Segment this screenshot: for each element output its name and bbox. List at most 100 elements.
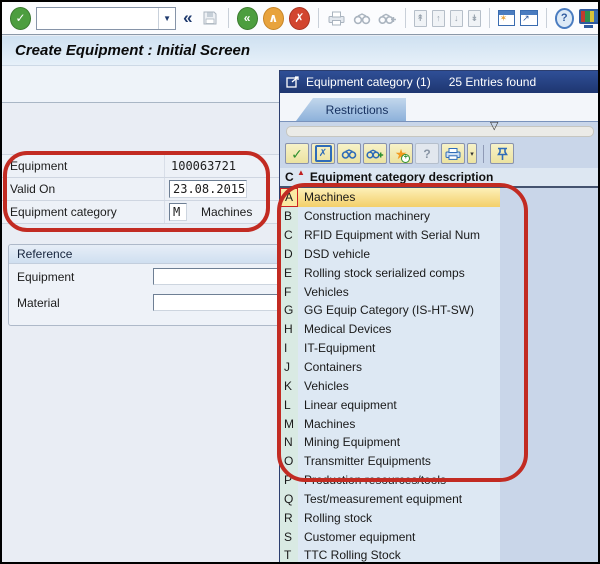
reference-equipment-field[interactable] [153,268,285,285]
collapse-triangle-icon[interactable]: ▽ [490,121,498,132]
accept-button[interactable]: ✓ [285,143,309,164]
find-next-icon[interactable] [377,7,397,29]
list-item[interactable]: R Rolling stock [280,508,599,527]
category-code: H [280,320,298,339]
find-icon[interactable] [352,7,372,29]
category-description: Transmitter Equipments [298,452,500,471]
shortcut-arrow: ↗ [522,13,530,24]
list-item[interactable]: K Vehicles [280,376,599,395]
column-description-label: Equipment category description [307,170,493,184]
help-hand-button[interactable]: ? [415,143,439,164]
previous-page-glyph: ↑ [436,13,441,23]
new-session-icon[interactable]: ✶ [498,10,516,26]
list-item[interactable]: F Vehicles [280,282,599,301]
find-next-binoculars-icon [366,148,384,159]
category-code: J [280,358,298,377]
back-button[interactable]: « [237,7,258,30]
entries-found-label: 25 Entries found [449,75,536,89]
screen-title-bar: Create Equipment : Initial Screen [2,36,598,66]
new-session-star: ✶ [500,13,508,24]
reference-equipment-label: Equipment [9,270,74,284]
personal-value-list-button[interactable] [490,143,514,164]
insert-in-personal-list-button[interactable]: ★+ [389,143,413,164]
category-description: Test/measurement equipment [298,490,500,509]
cancel-icon: ✗ [294,12,304,24]
help-hand-icon: ? [423,147,430,161]
equipment-category-field[interactable]: M [169,203,187,221]
command-dropdown-icon[interactable]: ▼ [158,8,175,29]
toolbar-separator [489,8,490,28]
find-button[interactable] [337,143,361,164]
toolbar-separator [228,8,229,28]
back-icon: « [244,12,251,24]
category-description: Linear equipment [298,395,500,414]
list-item[interactable]: M Machines [280,414,599,433]
enter-button[interactable]: ✓ [10,7,31,30]
category-description: Customer equipment [298,527,500,546]
list-item[interactable]: E Rolling stock serialized comps [280,263,599,282]
collapse-toolbar-icon[interactable]: « [181,8,194,28]
category-description: Vehicles [298,282,500,301]
category-code: N [280,433,298,452]
restrictions-collapse-bar[interactable] [286,126,594,137]
help-icon[interactable]: ? [555,8,575,29]
list-item[interactable]: B Construction machinery [280,207,599,226]
next-page-icon[interactable]: ↓ [450,10,463,27]
list-item[interactable]: S Customer equipment [280,527,599,546]
exit-button[interactable]: ∧ [263,7,284,30]
print-list-button[interactable] [441,143,465,164]
previous-page-icon[interactable]: ↑ [432,10,445,27]
category-description: Containers [298,358,500,377]
cancel-button[interactable]: ✗ [289,7,310,30]
category-code: S [280,527,298,546]
reference-group-title: Reference [9,245,289,264]
list-item[interactable]: J Containers [280,358,599,377]
list-item[interactable]: A Machines [280,188,599,207]
category-description: Machines [298,414,500,433]
equipment-value[interactable]: 100063721 [165,159,236,173]
toolbar-separator [318,8,319,28]
next-page-glyph: ↓ [454,13,459,23]
monitor-stand [584,25,593,28]
tab-restrictions[interactable]: Restrictions [296,98,406,121]
command-field[interactable] [37,8,158,29]
list-item[interactable]: G GG Equip Category (IS-HT-SW) [280,301,599,320]
equipment-label: Equipment [2,155,165,177]
list-item[interactable]: L Linear equipment [280,395,599,414]
cancel-dialog-button[interactable]: ✗ [311,143,335,164]
customize-layout-icon[interactable] [579,9,598,27]
reference-material-field[interactable] [153,294,285,311]
find-binoculars-icon [341,148,357,159]
category-description: Rolling stock serialized comps [298,263,500,282]
print-options-icon: ▾ [470,150,474,158]
reference-material-label: Material [9,296,60,310]
list-item[interactable]: Q Test/measurement equipment [280,490,599,509]
find-next-button[interactable] [363,143,387,164]
dialog-toolbar-separator [483,145,484,163]
equipment-category-label: Equipment category [2,201,165,223]
list-item[interactable]: T TTC Rolling Stock [280,546,599,564]
reference-material-row: Material [9,290,289,316]
dialog-titlebar[interactable]: Equipment category (1) 25 Entries found [280,71,599,93]
category-code: D [280,245,298,264]
list-item[interactable]: P Production resources/tools [280,471,599,490]
list-item[interactable]: D DSD vehicle [280,245,599,264]
create-shortcut-icon[interactable]: ↗ [520,10,538,26]
valid-on-field[interactable]: 23.08.2015 [169,180,247,198]
print-icon[interactable] [327,7,347,29]
list-item[interactable]: I IT-Equipment [280,339,599,358]
help-glyph: ? [561,12,568,24]
category-code: Q [280,490,298,509]
list-item[interactable]: N Mining Equipment [280,433,599,452]
last-page-icon[interactable]: ↡ [468,10,481,27]
toolbar-separator [546,8,547,28]
print-options-button[interactable]: ▾ [467,143,477,164]
list-column-header[interactable]: C ▲ Equipment category description [280,168,599,188]
enter-icon: ✓ [16,12,26,24]
list-item[interactable]: O Transmitter Equipments [280,452,599,471]
first-page-icon[interactable]: ↟ [414,10,427,27]
list-item[interactable]: H Medical Devices [280,320,599,339]
equipment-category-dialog: Equipment category (1) 25 Entries found … [279,70,600,564]
list-item[interactable]: C RFID Equipment with Serial Num [280,226,599,245]
save-icon[interactable] [200,7,220,29]
